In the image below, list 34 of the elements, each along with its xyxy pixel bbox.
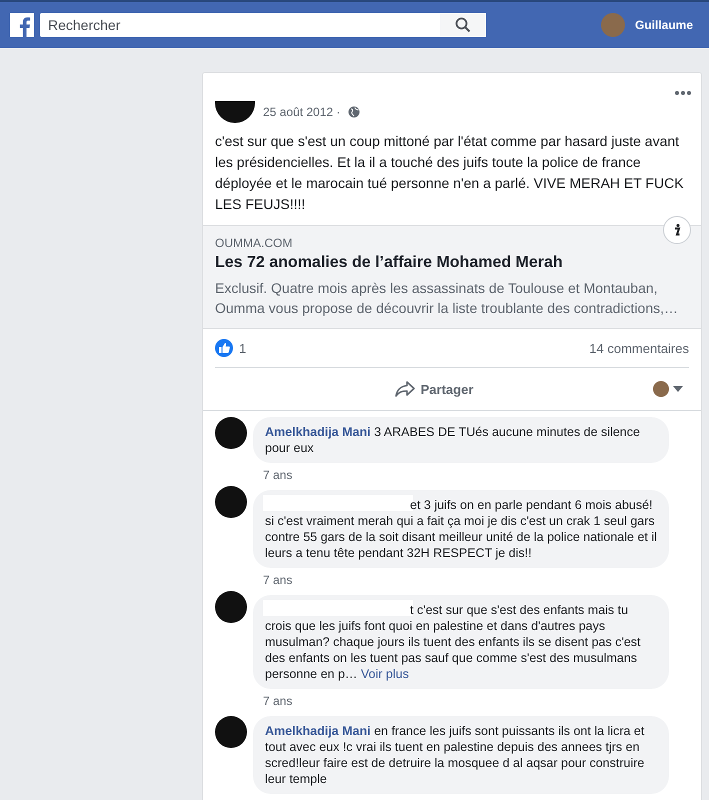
like-icon[interactable]: [215, 339, 233, 357]
post-date[interactable]: 25 août 2012 ·: [263, 105, 340, 119]
comment-time[interactable]: 7 ans: [263, 694, 292, 708]
comment-text: Amelkhadija Mani en france les juifs sont puissants ils ont la licra et tout avec eux !c vrai ils tuent en palestine depuis des annees tjrs en scred!leur faire est de detruire la mosquee d al aqsar pour construire leur temple: [265, 724, 644, 786]
search-field[interactable]: Rechercher: [40, 13, 440, 37]
like-count[interactable]: 1: [239, 340, 246, 356]
link-domain: OUMMA.COM: [215, 236, 294, 250]
link-description: Exclusif. Quatre mois après les assassinats de Toulouse et Montauban, Oumma vous propose de découvrir la liste troublante des contradictions,…: [215, 279, 680, 318]
share-button[interactable]: Partager: [215, 380, 653, 398]
avatar[interactable]: [215, 417, 247, 449]
facebook-logo-icon[interactable]: [10, 13, 34, 37]
avatar[interactable]: [215, 101, 255, 123]
info-button[interactable]: [663, 216, 691, 244]
avatar[interactable]: [215, 591, 247, 623]
link-title[interactable]: Les 72 anomalies de l’affaire Mohamed Merah: [215, 254, 689, 272]
more-options-icon[interactable]: [675, 91, 691, 95]
avatar[interactable]: [215, 716, 247, 748]
globe-icon: [348, 106, 360, 118]
info-icon: [673, 224, 681, 236]
comment-time[interactable]: 7 ans: [263, 468, 292, 482]
comment-count[interactable]: 14 commentaires: [589, 340, 689, 356]
comment-text: et 3 juifs on en parle pendant 6 mois abusé! si c'est vraiment merah qui a fait ça moi je dis c'est un crak 1 seul gars contre 55 gars de la soit disant meilleur unité de la police nationale et il leurs a tenu tête pendant 32H RESPECT je dis!!: [265, 497, 657, 561]
comment-time[interactable]: 7 ans: [263, 573, 292, 587]
share-arrow-icon: [394, 381, 415, 397]
comment-text: t c'est sur que s'est des enfants mais tu crois que les juifs font quoi en palestine et dans d'autres pays musulman? chaque jours ils tuent des enfants ils se disent pas c'est des enfants on les tuent pas sauf que comme s'est des musulmans personne en p… Voir plus: [265, 602, 642, 682]
search-button[interactable]: [440, 13, 486, 37]
user-name[interactable]: Guillaume: [634, 18, 693, 32]
see-more-link[interactable]: Voir plus: [360, 667, 409, 681]
avatar[interactable]: [215, 486, 247, 518]
caret-icon[interactable]: [673, 386, 683, 392]
search-icon: [455, 17, 471, 33]
comment-text: Amelkhadija Mani 3 ARABES DE TUés aucune minutes de silence pour eux: [265, 425, 640, 455]
post-text: c'est sur que s'est un coup mittoné par l'état comme par hasard juste avant les présidencielles. Et la il a touché des juifs toute la police de france déployée et le marocain tué personne n'en a parlé. VIVE MERAH ET FUCK LES FEUJS!!!!: [214, 132, 685, 214]
link-preview[interactable]: OUMMA.COM Les 72 anomalies de l’affaire Mohamed Merah Exclusif. Quatre mois après les assassinats de Toulouse et Montauban, Oumma vous propose de découvrir la liste troublante des contradictions,…: [203, 225, 701, 329]
